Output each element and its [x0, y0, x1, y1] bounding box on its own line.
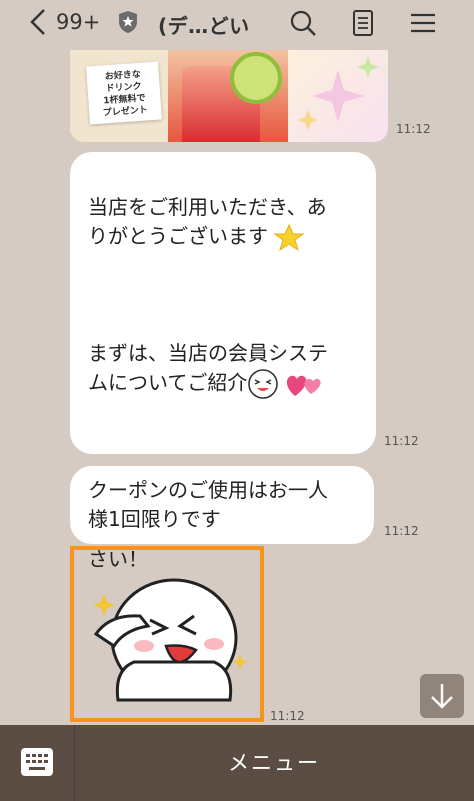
lime-slice [230, 52, 282, 104]
hearts-emoji-icon [287, 375, 322, 396]
hamburger-menu-icon[interactable] [408, 8, 438, 38]
shield-star-icon [119, 11, 137, 33]
chat-header: 99+ (デ…どい [0, 0, 474, 44]
arrow-down-icon [431, 684, 453, 709]
keyboard-icon [21, 748, 53, 776]
banner-note-card: お好きな ドリンク 1杯無料で プレゼント [86, 61, 162, 125]
winking-character-sticker-icon [93, 578, 248, 702]
timestamp: 11:12 [384, 434, 419, 448]
keyboard-toggle-button[interactable] [0, 725, 75, 801]
unread-count[interactable]: 99+ [56, 10, 100, 34]
message-text-a: 当店をご利用いただき、あ りがとうございます [88, 193, 358, 252]
rich-menu-button[interactable]: メニュー [74, 725, 474, 801]
sticker-message[interactable] [70, 546, 264, 722]
laughing-face-emoji-icon [248, 368, 279, 399]
message-bubble[interactable]: クーポンのご使用はお一人 様1回限りです [70, 466, 374, 544]
timestamp: 11:12 [270, 709, 305, 723]
image-message-banner[interactable]: お好きな ドリンク 1杯無料で プレゼント [70, 50, 388, 142]
message-bubble[interactable]: 当店をご利用いただき、あ りがとうございます まずは、当店の会員システ ムについ… [70, 152, 376, 571]
sparkle-panel [288, 50, 388, 142]
notes-icon[interactable] [348, 8, 378, 38]
star-emoji-icon [274, 223, 305, 251]
timestamp: 11:12 [396, 122, 431, 136]
chat-title: (デ…どい [158, 14, 250, 38]
message-text-b: まずは、当店の会員システ ムについてご紹介 [88, 339, 358, 400]
bottom-menu-bar: メニュー [0, 725, 474, 801]
sparkle-icon [298, 56, 379, 130]
scroll-to-bottom-button[interactable] [420, 674, 464, 718]
search-icon[interactable] [288, 8, 318, 38]
timestamp: 11:12 [384, 524, 419, 538]
back-chevron-icon[interactable] [28, 8, 50, 36]
